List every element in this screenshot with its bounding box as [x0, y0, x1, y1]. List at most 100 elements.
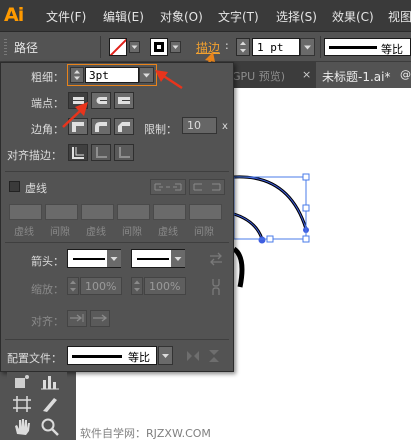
document-tab-bar: GPU 预览) × 未标题-1.ai* @	[232, 62, 411, 88]
flip-horizontal-icon[interactable]	[185, 348, 201, 364]
fill-none-swatch[interactable]	[109, 38, 127, 56]
start-arrowhead-dropdown[interactable]	[107, 250, 121, 267]
bevel-join-button[interactable]	[114, 118, 134, 135]
anchor-point	[258, 236, 266, 244]
projecting-cap-button[interactable]	[114, 92, 134, 109]
tab-previous-label: GPU 预览)	[232, 70, 285, 83]
dash-2-input[interactable]	[81, 204, 114, 220]
align-dash-button[interactable]	[189, 179, 225, 195]
limit-input[interactable]: 10	[182, 117, 217, 134]
round-cap-icon	[96, 97, 107, 104]
profile-value: 等比	[381, 43, 403, 56]
dash-3-label: 虚线	[158, 227, 178, 238]
menu-object[interactable]: 对象(O)	[160, 8, 203, 25]
profile-label: 配置文件：	[7, 352, 62, 365]
stroke-dropdown-button[interactable]	[170, 41, 181, 53]
gap-3-input[interactable]	[189, 204, 222, 220]
artboard-canvas[interactable]	[234, 89, 411, 440]
bbox-handle	[302, 173, 310, 181]
grip-icon	[4, 39, 7, 55]
round-join-button[interactable]	[91, 118, 111, 135]
chevron-down-icon	[162, 354, 169, 358]
separator	[100, 36, 101, 58]
dash-align-icon	[193, 183, 221, 191]
line-preview-icon	[137, 258, 169, 260]
column-graph-tool-icon[interactable]	[39, 372, 61, 392]
line-preview-icon	[73, 258, 105, 260]
symbol-sprayer-tool-icon[interactable]	[11, 372, 33, 392]
align-arrow-label: 对齐：	[31, 315, 64, 328]
menu-edit[interactable]: 编辑(E)	[103, 8, 144, 25]
scale-end-input[interactable]: 100%	[144, 277, 186, 295]
stroke-weight-dropdown[interactable]	[300, 38, 315, 56]
link-scale-icon[interactable]	[209, 277, 223, 297]
align-center-button[interactable]	[68, 144, 88, 161]
start-arrowhead-select[interactable]	[67, 249, 121, 268]
artwork	[234, 173, 310, 288]
stroke-panel: 粗细： 3pt 端点： 边角： 限制： 10 x 对齐描边： 虚线 虚线 间隙 …	[0, 62, 234, 372]
scale-end-stepper[interactable]	[131, 277, 143, 295]
align-inside-icon	[96, 147, 107, 158]
align-inside-button[interactable]	[91, 144, 111, 161]
stepper-arrows-icon	[240, 41, 246, 53]
bbox-handle	[302, 235, 310, 243]
swap-arrows-icon[interactable]	[207, 251, 225, 267]
gap-3-label: 间隙	[194, 227, 214, 238]
round-join-icon	[95, 122, 107, 132]
chevron-down-icon	[304, 45, 311, 50]
dashed-label: 虚线	[25, 182, 47, 195]
dashed-checkbox[interactable]	[9, 181, 20, 192]
dash-preserve-icon	[154, 183, 182, 191]
tab-close-icon[interactable]: ×	[302, 68, 311, 81]
menu-file[interactable]: 文件(F)	[46, 8, 86, 25]
end-arrowhead-select[interactable]	[131, 249, 185, 268]
stroke-weight-input[interactable]: 1 pt	[252, 38, 300, 56]
watermark-text: 软件自学网：RJZXW.COM	[80, 427, 211, 440]
profile-dropdown-field[interactable]: 等比	[67, 346, 157, 365]
bbox-handle	[302, 204, 310, 212]
tab-previous[interactable]: GPU 预览) ×	[232, 62, 316, 88]
divider	[5, 242, 229, 243]
stepper-arrows-icon	[134, 280, 140, 292]
scale-start-stepper[interactable]	[67, 277, 79, 295]
arrowhead-label: 箭头：	[31, 255, 64, 268]
scale-start-input[interactable]: 100%	[80, 277, 122, 295]
weight-stepper[interactable]	[70, 67, 84, 83]
gap-1-input[interactable]	[45, 204, 78, 220]
profile-line-icon	[329, 46, 377, 49]
dash-1-input[interactable]	[9, 204, 42, 220]
zoom-tool-icon[interactable]	[39, 416, 61, 438]
round-cap-button[interactable]	[91, 92, 111, 109]
dash-3-input[interactable]	[153, 204, 186, 220]
menu-effect[interactable]: 效果(C)	[332, 8, 374, 25]
profile-select[interactable]: 等比	[324, 38, 411, 56]
chevron-down-icon	[131, 45, 138, 49]
limit-unit: x	[222, 121, 228, 132]
align-stroke-label: 对齐描边：	[7, 149, 62, 162]
divider	[5, 339, 229, 340]
arrow-extend-button[interactable]	[67, 310, 87, 327]
projecting-cap-icon	[118, 97, 130, 104]
artboard-tool-icon[interactable]	[11, 394, 33, 414]
hand-tool-icon[interactable]	[11, 416, 33, 438]
menu-select[interactable]: 选择(S)	[276, 8, 317, 25]
weight-input[interactable]: 3pt	[85, 67, 139, 83]
app-logo: Ai	[4, 4, 24, 26]
profile-dropdown-button[interactable]	[158, 346, 173, 365]
end-arrowhead-dropdown[interactable]	[171, 250, 185, 267]
menu-view[interactable]: 视图	[388, 8, 411, 25]
menu-type[interactable]: 文字(T)	[218, 8, 259, 25]
scale-label: 缩放：	[31, 283, 64, 296]
tab-active[interactable]: 未标题-1.ai* @	[316, 62, 411, 88]
slice-tool-icon[interactable]	[39, 394, 61, 414]
arrow-place-button[interactable]	[90, 310, 110, 327]
stroke-weight-stepper[interactable]	[236, 38, 250, 56]
align-outside-button[interactable]	[114, 144, 134, 161]
preserve-dash-button[interactable]	[150, 179, 186, 195]
stroke-swatch[interactable]	[150, 38, 168, 56]
profile-value: 等比	[128, 351, 150, 364]
separator	[320, 36, 321, 58]
fill-dropdown-button[interactable]	[129, 41, 140, 53]
flip-vertical-icon[interactable]	[206, 348, 222, 364]
gap-2-input[interactable]	[117, 204, 150, 220]
